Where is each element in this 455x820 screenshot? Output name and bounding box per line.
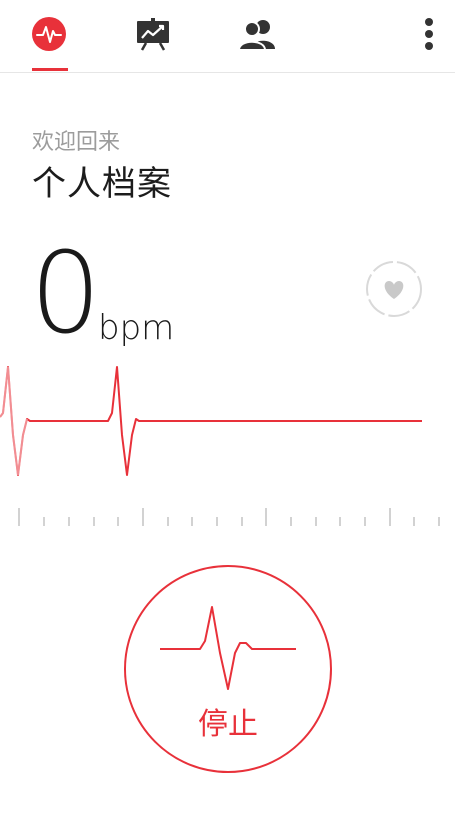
profile-title: 个人档案 — [32, 164, 172, 204]
active-tab-indicator — [32, 68, 68, 71]
overflow-menu-icon — [425, 18, 433, 50]
pulse-wave-icon — [160, 606, 296, 690]
tab-friends[interactable] — [222, 0, 292, 72]
ecg-waveform — [0, 366, 422, 476]
stop-button-label: 停止 — [198, 707, 258, 742]
stop-button[interactable]: 停止 — [124, 565, 332, 773]
ecg-trace — [0, 366, 422, 476]
tab-heart-rate[interactable] — [14, 0, 84, 72]
heartbeat-icon — [32, 17, 66, 51]
people-icon — [237, 20, 275, 51]
chart-board-icon — [137, 18, 169, 51]
welcome-text: 欢迎回来 — [32, 130, 121, 155]
tab-statistics[interactable] — [118, 0, 188, 72]
time-ruler — [18, 508, 440, 526]
bpm-value: 0 — [30, 229, 102, 359]
top-tab-bar — [0, 0, 455, 73]
bpm-unit: bpm — [98, 308, 175, 348]
heart-icon — [366, 261, 422, 317]
heart-status-indicator — [364, 259, 424, 319]
overflow-menu-button[interactable] — [411, 10, 447, 58]
